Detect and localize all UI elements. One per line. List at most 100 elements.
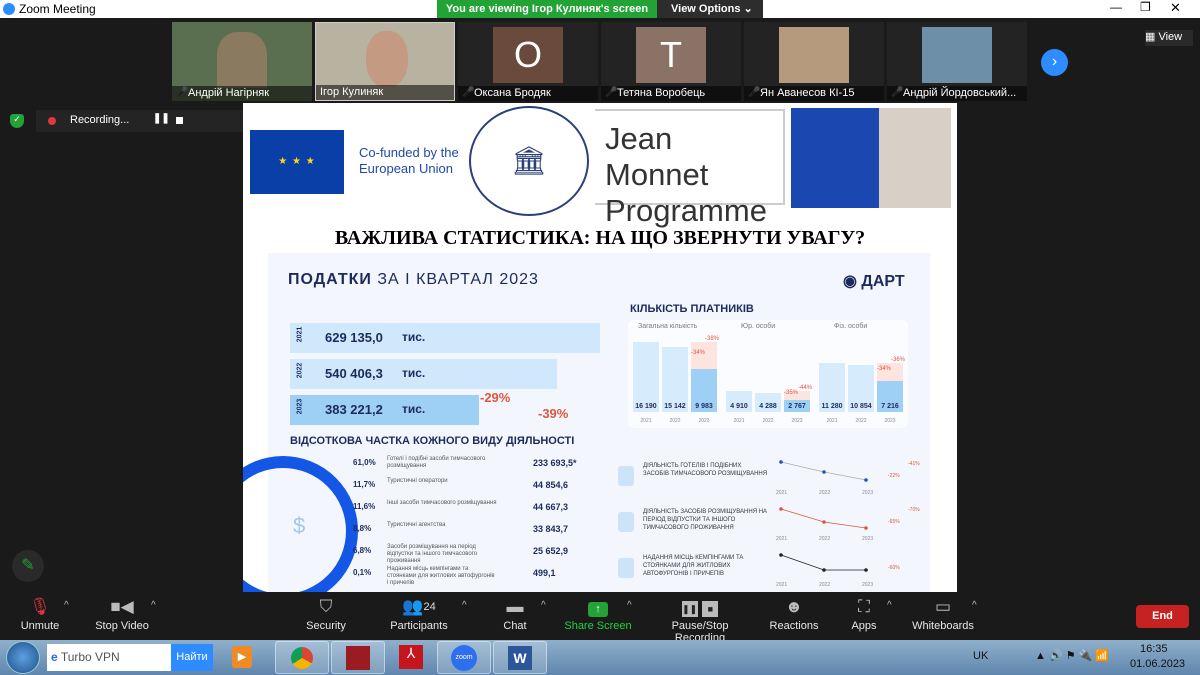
trend-point — [822, 520, 826, 524]
participants-label: Participants — [390, 620, 448, 632]
security-button[interactable]: ⛉ Security — [296, 592, 356, 640]
share-screen-button[interactable]: ↑ Share Screen — [564, 592, 632, 640]
participant-tile[interactable]: Ігор Кулиняк — [315, 22, 455, 101]
year-tick-label: 2022 — [762, 418, 774, 424]
activity-icon — [618, 558, 634, 578]
payer-value-label: 2 767 — [788, 403, 806, 410]
unmute-button[interactable]: 🎙 Unmute — [10, 592, 70, 640]
search-input[interactable]: e Turbo VPN — [47, 644, 171, 671]
trend-point — [864, 568, 868, 572]
participant-initial-avatar: O — [493, 27, 563, 83]
minimize-button[interactable]: — — [1110, 0, 1122, 14]
trend-label: НАДАННЯ МІСЦЬ КЕМПІНГАМИ ТА СТОЯНКАМИ ДЛ… — [643, 555, 744, 577]
series-name: Загальна кількість — [638, 323, 698, 330]
participant-tile[interactable]: T🎤Тетяна Воробець — [601, 22, 741, 101]
revenue-year: 2022 — [296, 362, 304, 379]
participants-caret[interactable]: ^ — [462, 600, 467, 611]
share-title: ВІДСОТКОВА ЧАСТКА КОЖНОГО ВИДУ ДІЯЛЬНОСТ… — [290, 435, 575, 447]
stop-recording-icon[interactable] — [176, 117, 183, 124]
end-meeting-button[interactable]: End — [1136, 605, 1189, 628]
trend-year-label: 2022 — [819, 490, 831, 496]
annotate-pencil-icon[interactable]: ✎ — [12, 550, 44, 582]
viewing-banner: You are viewing Ігор Кулиняк's screen — [437, 0, 657, 18]
share-caret[interactable]: ^ — [627, 600, 632, 611]
trend-point — [822, 470, 826, 474]
year-tick-label: 2021 — [640, 418, 652, 424]
location-pin-icon: ◉ — [843, 273, 857, 290]
pause-recording-icon[interactable]: ❚❚ — [153, 113, 170, 124]
trend-year-label: 2021 — [776, 536, 788, 542]
windows-taskbar: e Turbo VPN Найти ▶ ⅄ zoom W UK ▲ 🔊 ⚑ 🔌 … — [0, 640, 1200, 675]
trend-year-label: 2023 — [862, 582, 874, 588]
participants-button[interactable]: 👥24 Participants — [388, 592, 450, 640]
participant-tile[interactable]: 🎤Ян Аванесов КІ-15 — [744, 22, 884, 101]
eu-flag-icon: ★ ★ ★ — [250, 130, 344, 194]
maximize-button[interactable]: ❐ — [1140, 0, 1151, 14]
participant-tile[interactable]: 🎤Андрій Нагірняк — [172, 22, 312, 101]
payer-value-label: 4 288 — [759, 403, 777, 410]
encryption-shield-icon[interactable]: ✓ — [10, 114, 24, 128]
revenue-unit: тис. — [402, 402, 426, 416]
language-indicator[interactable]: UK — [973, 650, 988, 662]
taskbar-chrome[interactable] — [275, 641, 329, 674]
cofunded-text: Co-funded by the European Union — [359, 145, 459, 176]
pause-icon: ❚❚ — [681, 601, 698, 617]
trend-line-chart — [779, 460, 868, 482]
trend-year-label: 2021 — [776, 490, 788, 496]
taskbar-screen-capture[interactable] — [331, 641, 385, 674]
participant-name: Андрій Нагірняк — [172, 86, 312, 101]
reactions-button[interactable]: ☻ Reactions — [768, 592, 820, 640]
share-label: Надання місць кемпінгами та стоянками дл… — [387, 566, 495, 586]
media-player-icon[interactable]: ▶ — [232, 646, 252, 668]
taskbar-zoom[interactable]: zoom — [437, 641, 491, 674]
payers-chart: Загальна кількість 16 190 2021 15 142 2022 9 … — [628, 320, 908, 428]
clock-date[interactable]: 01.06.2023 — [1130, 658, 1185, 670]
taskbar-word[interactable]: W — [493, 641, 547, 674]
share-value: 25 652,9 — [533, 546, 569, 556]
year-tick-label: 2023 — [884, 418, 896, 424]
whiteboards-button[interactable]: ▭ Whiteboards — [910, 592, 976, 640]
clock-time[interactable]: 16:35 — [1140, 643, 1168, 655]
pause-stop-recording-button[interactable]: ❚❚ ■ Pause/Stop Recording — [645, 592, 755, 644]
trend-line-chart — [779, 507, 868, 530]
stop-video-button[interactable]: ■◀ Stop Video — [88, 592, 156, 640]
shared-screen-slide: ★ ★ ★ Co-funded by the European Union 🏛 … — [243, 103, 957, 592]
taskbar-acrobat[interactable]: ⅄ — [385, 641, 439, 674]
apps-caret[interactable]: ^ — [887, 600, 892, 611]
audio-options-caret[interactable]: ^ — [64, 600, 69, 611]
close-button[interactable]: ✕ — [1170, 0, 1181, 16]
whiteboards-caret[interactable]: ^ — [972, 600, 977, 611]
apps-button[interactable]: ⛶ Apps — [848, 592, 880, 640]
decline-area — [691, 342, 717, 369]
video-options-caret[interactable]: ^ — [151, 600, 156, 611]
ie-icon: e — [51, 650, 58, 664]
participant-tile[interactable]: 🎤Андрій Йордовський... — [887, 22, 1027, 101]
view-button[interactable]: ▦ View — [1145, 30, 1193, 46]
revenue-year: 2021 — [296, 326, 304, 343]
revenue-bar: 2021 629 135,0 тис. — [290, 323, 600, 353]
year-tick-label: 2022 — [669, 418, 681, 424]
revenue-value: 383 221,2 — [325, 402, 383, 417]
search-button[interactable]: Найти — [171, 644, 213, 671]
recording-dot-icon — [48, 117, 56, 125]
chat-button[interactable]: ▬ Chat — [495, 592, 535, 640]
revenue-change-2022: -29% — [480, 390, 511, 405]
payer-value-label: 7 216 — [881, 403, 899, 410]
share-value: 44 667,3 — [533, 502, 569, 512]
view-options-button[interactable]: View Options ⌄ — [657, 0, 763, 18]
next-page-button[interactable]: › — [1041, 49, 1068, 76]
participant-tile[interactable]: O🎤Оксана Бродяк — [458, 22, 598, 101]
trend-point — [779, 460, 783, 464]
trend-point — [864, 526, 868, 530]
chat-caret[interactable]: ^ — [541, 600, 546, 611]
security-label: Security — [306, 620, 346, 632]
share-value: 233 693,5* — [533, 458, 577, 468]
trend-year-label: 2023 — [862, 490, 874, 496]
chat-label: Chat — [503, 620, 527, 632]
change-label: -34% — [691, 349, 706, 356]
tray-icons[interactable]: ▲ 🔊 ⚑ 🔌 📶 — [1035, 649, 1109, 662]
start-button[interactable] — [6, 641, 40, 674]
share-percent: 0,1% — [353, 568, 372, 577]
series-name: Фіз. особи — [834, 323, 868, 330]
revenue-value: 629 135,0 — [325, 330, 383, 345]
